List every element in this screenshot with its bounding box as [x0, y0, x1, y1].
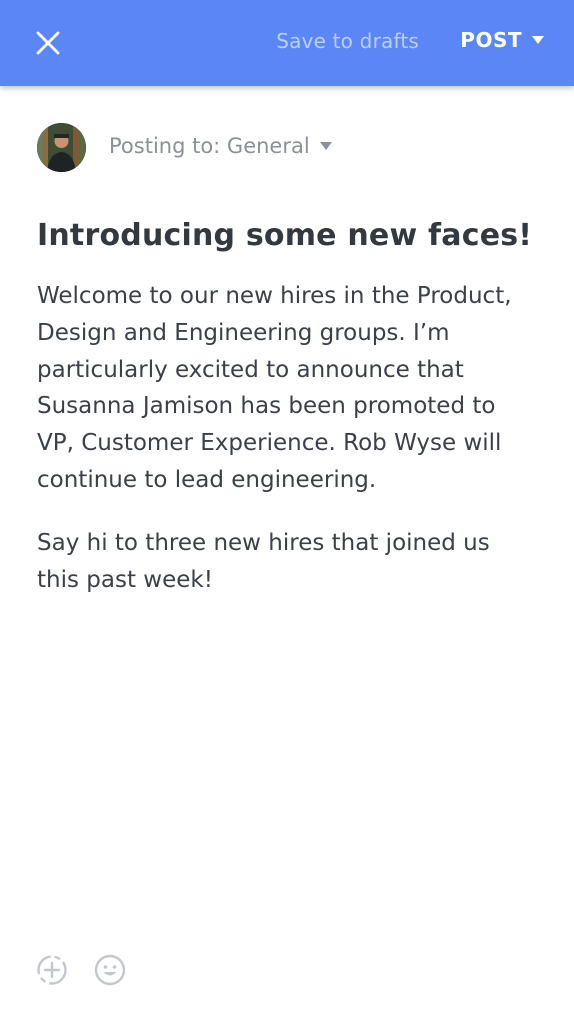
chevron-down-icon [319, 142, 332, 150]
post-paragraph: Welcome to our new hires in the Product,… [37, 283, 512, 493]
composer-toolbar [35, 953, 127, 987]
emoji-icon[interactable] [93, 953, 127, 987]
posting-to-label: Posting to: General [109, 134, 310, 158]
close-icon[interactable] [34, 29, 62, 57]
posting-to-selector[interactable]: Posting to: General [109, 134, 332, 158]
post-body-editor[interactable]: Welcome to our new hires in the Product,… [37, 278, 537, 624]
top-bar: Save to drafts POST [0, 0, 574, 86]
chevron-down-icon [532, 36, 544, 44]
post-button[interactable]: POST [460, 28, 544, 52]
save-to-drafts-button[interactable]: Save to drafts [276, 29, 419, 53]
avatar[interactable] [37, 123, 86, 172]
post-title[interactable]: Introducing some new faces! [37, 218, 537, 253]
post-button-label: POST [460, 28, 522, 52]
post-paragraph: Say hi to three new hires that joined us… [37, 529, 490, 593]
add-attachment-icon[interactable] [35, 953, 69, 987]
